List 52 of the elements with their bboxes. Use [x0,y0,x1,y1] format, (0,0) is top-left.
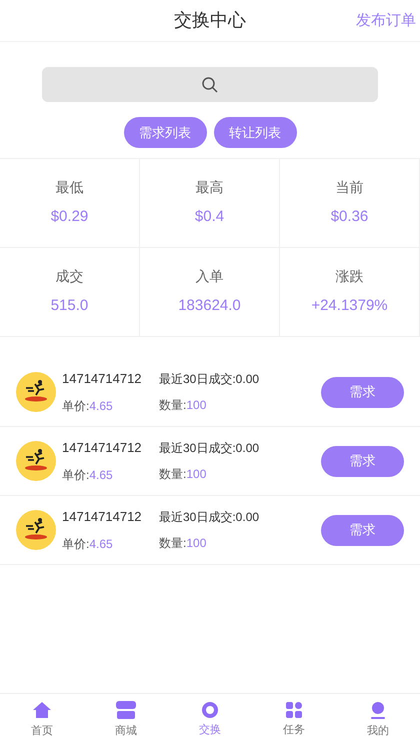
stat-label: 最低 [56,178,84,198]
page-title: 交换中心 [174,9,246,32]
user-phone: 14714714712 [62,508,143,526]
recent-volume: 最近30日成交:0.00 [159,509,260,526]
stat-value: $0.4 [194,207,224,228]
user-phone: 14714714712 [62,370,143,388]
recent-volume: 最近30日成交:0.00 [159,371,260,388]
recent-volume: 最近30日成交:0.00 [159,440,260,457]
ring-icon [201,700,219,719]
nav-tab[interactable]: 首页 [0,694,84,745]
runner-logo-icon [16,372,56,412]
stat-label: 当前 [336,178,364,198]
runner-logo-icon [16,441,56,481]
publish-order-link[interactable]: 发布订单 [356,10,416,32]
stat-value: $0.36 [330,207,368,228]
quantity-label: 数量: [159,466,186,483]
nav-tab[interactable]: 交换 [168,694,252,745]
list-tab[interactable]: 转让列表 [214,117,296,148]
quantity-label: 数量: [159,535,186,552]
price-value: 4.65 [89,398,113,415]
price-label: 单价: [62,466,90,484]
store-icon [115,700,137,720]
stat-value: 515.0 [50,296,88,316]
price-label: 单价: [62,536,90,553]
stat-label: 入单 [196,267,224,286]
user-phone: 14714714712 [62,439,143,458]
grid-icon [285,700,303,719]
nav-tab[interactable]: 商城 [84,694,168,745]
user-icon [369,700,387,720]
quantity-value: 100 [186,466,206,483]
stat-value: $0.29 [50,207,88,228]
nav-tab[interactable]: 任务 [252,694,336,745]
quantity-value: 100 [186,397,206,414]
home-icon [32,700,52,720]
demand-button[interactable]: 需求 [321,514,404,546]
demand-button[interactable]: 需求 [321,376,404,408]
search-icon [201,76,219,94]
stat-value: 183624.0 [178,296,241,316]
quantity-label: 数量: [159,397,186,414]
stat-label: 涨跌 [336,267,364,286]
nav-tab[interactable]: 我的 [336,694,420,745]
price-label: 单价: [62,398,90,415]
stat-value: +24.1379% [311,296,388,316]
quantity-value: 100 [186,535,206,552]
stat-label: 成交 [56,267,84,286]
demand-button[interactable]: 需求 [321,446,404,476]
stat-label: 最高 [196,178,224,198]
list-tab[interactable]: 需求列表 [124,117,206,148]
price-value: 4.65 [89,466,113,484]
search-field[interactable] [42,67,378,102]
price-value: 4.65 [89,536,113,553]
runner-logo-icon [16,510,56,550]
